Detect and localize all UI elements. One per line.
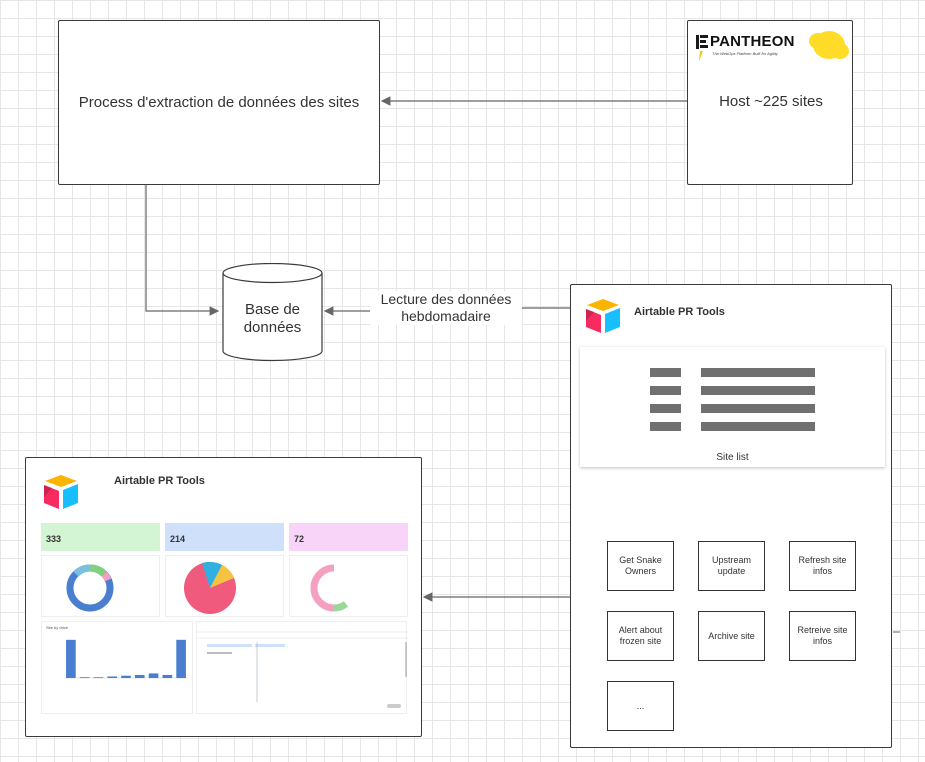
- list-icon: [650, 368, 815, 431]
- edge-process-to-database: [145, 185, 220, 316]
- more-actions-label: ...: [636, 700, 645, 711]
- stat-card-2: 214: [165, 523, 284, 551]
- retreive-site-infos-label: Retreive site infos: [797, 625, 848, 646]
- donut-chart: [66, 564, 114, 612]
- host-node: PANTHEON The WebOps Platform Built for A…: [687, 20, 853, 185]
- process-node: Process d'extraction de données des site…: [58, 20, 380, 185]
- stat-card-2-value: 214: [170, 534, 186, 544]
- refresh-site-infos-button[interactable]: Refresh site infos: [789, 541, 856, 591]
- database-node: Base de données: [222, 262, 323, 363]
- bar-5: [134, 674, 145, 678]
- site-list-panel: Site list: [580, 347, 885, 467]
- site-list-label: Site list: [716, 452, 749, 463]
- dashboard-node: Airtable PR Tools 333 214 72 Site by dri…: [25, 457, 422, 737]
- airtable-logo-icon: [586, 299, 620, 333]
- archive-site-button[interactable]: Archive site: [698, 611, 765, 661]
- process-label: Process d'extraction de données des site…: [78, 94, 360, 111]
- edge-label-line1: Lecture des données: [380, 291, 512, 307]
- pantheon-tagline: The WebOps Platform Built for Agility: [712, 51, 778, 56]
- database-label-line1: Base de: [244, 301, 301, 318]
- bar-6: [148, 673, 159, 678]
- host-label: Host ~225 sites: [719, 92, 823, 110]
- alert-frozen-site-label: Alert about frozen site: [618, 625, 663, 646]
- database-label-line2: données: [243, 319, 302, 336]
- upstream-update-button[interactable]: Upstream update: [698, 541, 765, 591]
- airtable-tools-node: Airtable PR Tools Site list Get Snake Ow…: [570, 284, 892, 748]
- timeline-chart: [197, 631, 408, 708]
- dashboard-title: Airtable PR Tools: [114, 475, 205, 487]
- stat-card-3-value: 72: [294, 534, 305, 544]
- bar-2: [93, 677, 104, 678]
- timeline-panel: [196, 621, 408, 714]
- stat-card-1: 333: [41, 523, 160, 551]
- bar-chart-panel: Site by drive: [41, 621, 193, 714]
- edge-label-line2: hebdomadaire: [401, 308, 491, 324]
- donut-panel: [41, 555, 160, 617]
- get-snake-owners-label: Get Snake Owners: [619, 555, 662, 576]
- stat-card-3-caption: [294, 526, 403, 532]
- get-snake-owners-button[interactable]: Get Snake Owners: [607, 541, 674, 591]
- bar-3: [107, 676, 118, 678]
- pie-panel: [165, 555, 284, 617]
- stat-card-1-value: 333: [46, 534, 62, 544]
- refresh-site-infos-label: Refresh site infos: [798, 555, 847, 576]
- stat-card-2-caption: [170, 526, 279, 532]
- upstream-update-label: Upstream update: [711, 555, 751, 576]
- pantheon-logo: PANTHEON The WebOps Platform Built for A…: [694, 27, 850, 65]
- archive-site-label: Archive site: [708, 630, 755, 641]
- ring-panel: [289, 555, 408, 617]
- alert-frozen-site-button[interactable]: Alert about frozen site: [607, 611, 674, 661]
- more-actions-button[interactable]: ...: [607, 681, 674, 731]
- stat-card-1-caption: [46, 526, 155, 532]
- airtable-tools-title: Airtable PR Tools: [634, 306, 725, 318]
- edge-label-weekly-read: Lecture des données hebdomadaire: [370, 291, 522, 325]
- ring-chart: [310, 564, 349, 612]
- pantheon-wordmark: PANTHEON: [710, 33, 795, 50]
- retreive-site-infos-button[interactable]: Retreive site infos: [789, 611, 856, 661]
- bar-4: [121, 675, 131, 678]
- bar-7: [162, 674, 173, 678]
- bar-chart: [64, 639, 188, 679]
- bar-8: [176, 639, 186, 678]
- pie-chart: [184, 561, 236, 614]
- bar-0: [66, 639, 76, 678]
- bar-chart-title: Site by drive: [46, 625, 69, 630]
- stat-card-3: 72: [289, 523, 408, 551]
- dashboard-airtable-logo-icon: [44, 475, 78, 509]
- bar-1: [79, 677, 90, 678]
